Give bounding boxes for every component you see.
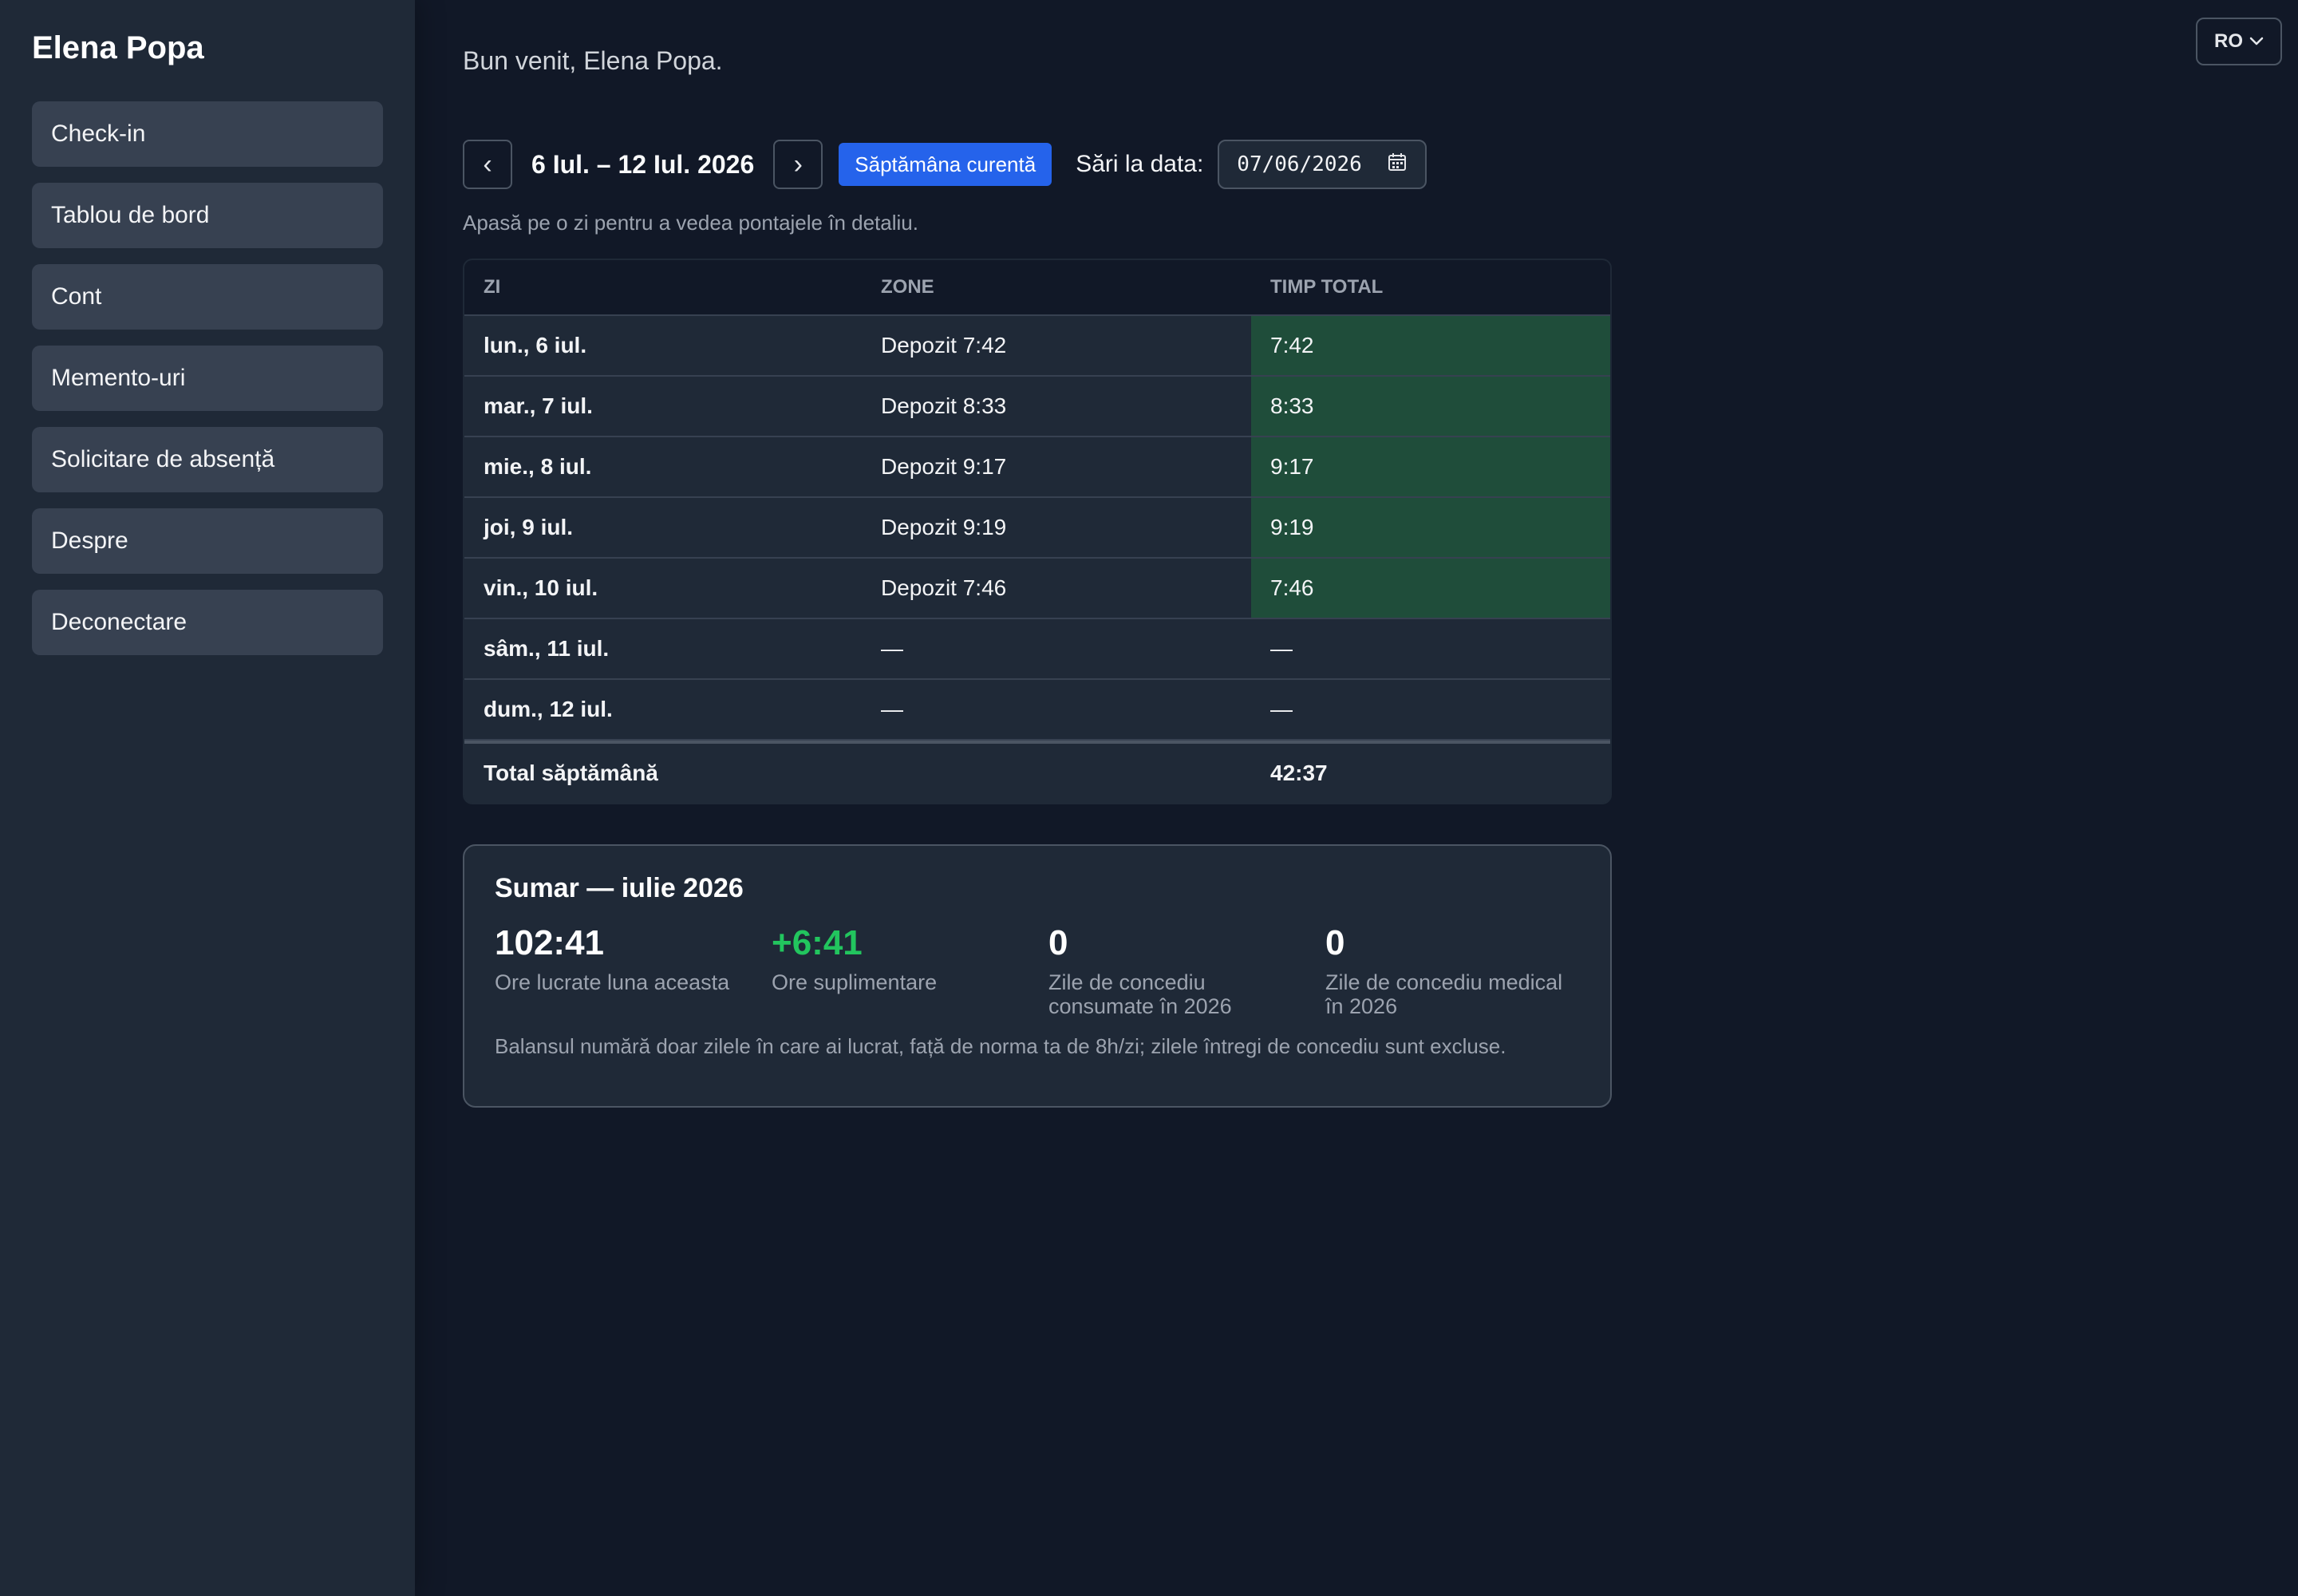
stat-medical-leave-days: 0 Zile de concediu medical în 2026 bbox=[1325, 923, 1602, 1019]
total-cell: 9:19 bbox=[1251, 498, 1610, 557]
table-row[interactable]: sâm., 11 iul. — — bbox=[464, 619, 1610, 680]
stat-label: Ore suplimentare bbox=[772, 970, 938, 994]
sidebar-item-logout[interactable]: Deconectare bbox=[32, 590, 383, 655]
day-cell: joi, 9 iul. bbox=[484, 515, 574, 539]
zone-cell: Depozit 7:46 bbox=[881, 575, 1007, 600]
day-cell: vin., 10 iul. bbox=[484, 575, 598, 600]
zone-cell: Depozit 9:19 bbox=[881, 515, 1007, 539]
sidebar-item-reminders[interactable]: Memento-uri bbox=[32, 346, 383, 411]
sidebar-item-absence-request[interactable]: Solicitare de absență bbox=[32, 427, 383, 492]
table-row[interactable]: dum., 12 iul. — — bbox=[464, 680, 1610, 741]
stat-value: 0 bbox=[1325, 923, 1345, 962]
table-row[interactable]: joi, 9 iul. Depozit 9:19 9:19 bbox=[464, 498, 1610, 559]
language-value: RO bbox=[2214, 30, 2243, 52]
stat-vacation-days: 0 Zile de concediu consumate în 2026 bbox=[1048, 923, 1325, 1019]
sidebar-user-name: Elena Popa bbox=[32, 30, 204, 65]
column-header-total: Timp total bbox=[1270, 276, 1384, 298]
sidebar-nav: Check-in Tablou de bord Cont Memento-uri… bbox=[32, 101, 383, 671]
table-row[interactable]: lun., 6 iul. Depozit 7:42 7:42 bbox=[464, 316, 1610, 377]
total-cell: 9:17 bbox=[1251, 437, 1610, 496]
total-cell: — bbox=[1270, 697, 1293, 721]
column-header-zone: Zone bbox=[881, 276, 934, 298]
sidebar-item-about[interactable]: Despre bbox=[32, 508, 383, 574]
welcome-message: Bun venit, Elena Popa. bbox=[463, 46, 723, 75]
day-cell: sâm., 11 iul. bbox=[484, 636, 610, 661]
table-row[interactable]: mie., 8 iul. Depozit 9:17 9:17 bbox=[464, 437, 1610, 498]
zone-cell: Depozit 7:42 bbox=[881, 333, 1007, 358]
summary-stats: 102:41 Ore lucrate luna aceasta +6:41 Or… bbox=[495, 923, 1602, 1019]
date-input-value: 07/06/2026 bbox=[1237, 152, 1362, 176]
next-week-button[interactable]: › bbox=[773, 140, 823, 189]
week-navigation: ‹ 6 Iul. – 12 Iul. 2026 › Săptămâna cure… bbox=[463, 139, 1427, 190]
table-total-row: Total săptămână 42:37 bbox=[464, 741, 1610, 803]
chevron-down-icon bbox=[2249, 37, 2264, 46]
sidebar-item-dashboard[interactable]: Tablou de bord bbox=[32, 183, 383, 248]
stat-hours-worked: 102:41 Ore lucrate luna aceasta bbox=[495, 924, 772, 1018]
date-input[interactable]: 07/06/2026 bbox=[1218, 140, 1427, 189]
summary-note: Balansul numără doar zilele în care ai l… bbox=[495, 1034, 1506, 1058]
stat-overtime: +6:41 Ore suplimentare bbox=[772, 924, 1048, 1018]
total-cell: 7:46 bbox=[1251, 559, 1610, 618]
language-select[interactable]: RO bbox=[2196, 18, 2282, 65]
jump-to-date-label: Sări la data: bbox=[1076, 151, 1204, 177]
zone-cell: Depozit 9:17 bbox=[881, 454, 1007, 479]
monthly-summary-card: Sumar — iulie 2026 102:41 Ore lucrate lu… bbox=[463, 844, 1612, 1108]
table-row[interactable]: vin., 10 iul. Depozit 7:46 7:46 bbox=[464, 559, 1610, 619]
summary-title: Sumar — iulie 2026 bbox=[495, 873, 744, 903]
stat-label: Zile de concediu consumate în 2026 bbox=[1048, 970, 1232, 1018]
week-range-label: 6 Iul. – 12 Iul. 2026 bbox=[531, 149, 755, 179]
column-header-day: Zi bbox=[484, 276, 501, 298]
table-header-row: Zi Zone Timp total bbox=[464, 260, 1610, 316]
total-cell: 8:33 bbox=[1251, 377, 1610, 436]
sidebar: Elena Popa Check-in Tablou de bord Cont … bbox=[0, 0, 415, 1596]
sidebar-item-account[interactable]: Cont bbox=[32, 264, 383, 330]
previous-week-button[interactable]: ‹ bbox=[463, 140, 512, 189]
day-cell: mar., 7 iul. bbox=[484, 393, 593, 418]
zone-cell: — bbox=[881, 636, 903, 661]
total-cell: — bbox=[1270, 636, 1293, 661]
table-hint: Apasă pe o zi pentru a vedea pontajele î… bbox=[463, 211, 918, 235]
stat-label: Ore lucrate luna aceasta bbox=[495, 970, 730, 994]
total-cell: 7:42 bbox=[1251, 316, 1610, 375]
sidebar-item-check-in[interactable]: Check-in bbox=[32, 101, 383, 167]
stat-value: +6:41 bbox=[772, 923, 863, 962]
day-cell: mie., 8 iul. bbox=[484, 454, 592, 479]
day-cell: dum., 12 iul. bbox=[484, 697, 613, 721]
day-cell: lun., 6 iul. bbox=[484, 333, 587, 358]
stat-value: 0 bbox=[1048, 923, 1068, 962]
table-row[interactable]: mar., 7 iul. Depozit 8:33 8:33 bbox=[464, 377, 1610, 437]
current-week-button[interactable]: Săptămâna curentă bbox=[839, 143, 1052, 186]
app-root: Elena Popa Check-in Tablou de bord Cont … bbox=[0, 0, 2298, 1596]
zone-cell: Depozit 8:33 bbox=[881, 393, 1007, 418]
week-total-label: Total săptămână bbox=[484, 760, 658, 785]
calendar-icon[interactable] bbox=[1387, 152, 1408, 178]
week-total-spacer bbox=[862, 744, 1251, 803]
stat-label: Zile de concediu medical în 2026 bbox=[1325, 970, 1563, 1018]
week-total-value: 42:37 bbox=[1270, 760, 1328, 785]
stat-value: 102:41 bbox=[495, 923, 605, 962]
zone-cell: — bbox=[881, 697, 903, 721]
main-content: Bun venit, Elena Popa. RO ‹ 6 Iul. – 12 … bbox=[415, 0, 2298, 1596]
week-table: Zi Zone Timp total lun., 6 iul. Depozit … bbox=[463, 259, 1612, 804]
